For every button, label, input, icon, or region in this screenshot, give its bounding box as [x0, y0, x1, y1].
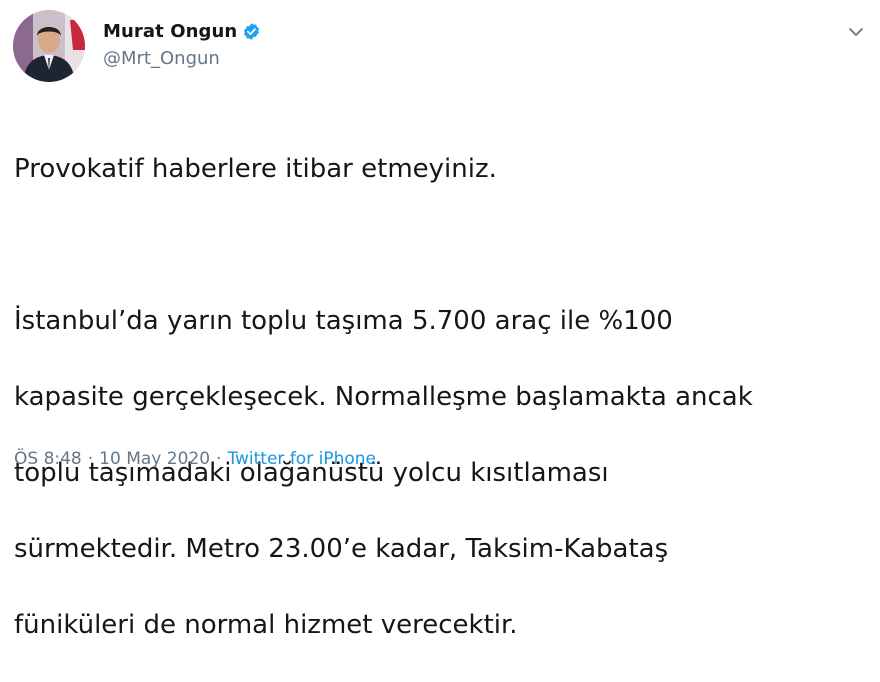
verified-badge-icon	[242, 22, 261, 41]
tweet-time[interactable]: ÖS 8:48	[14, 449, 82, 469]
chevron-down-icon[interactable]	[846, 22, 866, 42]
author-block[interactable]: Murat Ongun @Mrt_Ongun	[103, 20, 261, 69]
tweet-line: sürmektedir. Metro 23.00’e kadar, Taksim…	[14, 534, 669, 564]
tweet-date[interactable]: 10 May 2020	[99, 449, 210, 469]
name-row: Murat Ongun	[103, 20, 261, 42]
avatar[interactable]	[13, 10, 85, 82]
tweet-meta: ÖS 8:48 · 10 May 2020 · Twitter for iPho…	[14, 449, 376, 469]
display-name[interactable]: Murat Ongun	[103, 21, 237, 42]
tweet-line: İstanbul’da yarın toplu taşıma 5.700 ara…	[14, 306, 673, 336]
avatar-photo	[13, 10, 85, 82]
tweet-source-link[interactable]: Twitter for iPhone	[227, 449, 376, 469]
meta-separator: ·	[87, 449, 94, 469]
tweet-paragraph-1: Provokatif haberlere itibar etmeyiniz.	[14, 154, 497, 184]
tweet-card: Murat Ongun @Mrt_Ongun Provokatif haberl…	[0, 0, 880, 640]
tweet-text: Provokatif haberlere itibar etmeyiniz. İ…	[14, 112, 874, 682]
meta-separator: ·	[216, 449, 222, 469]
tweet-line: füniküleri de normal hizmet verecektir.	[14, 610, 518, 640]
handle[interactable]: @Mrt_Ongun	[103, 48, 261, 69]
tweet-line: kapasite gerçekleşecek. Normalleşme başl…	[14, 382, 753, 412]
